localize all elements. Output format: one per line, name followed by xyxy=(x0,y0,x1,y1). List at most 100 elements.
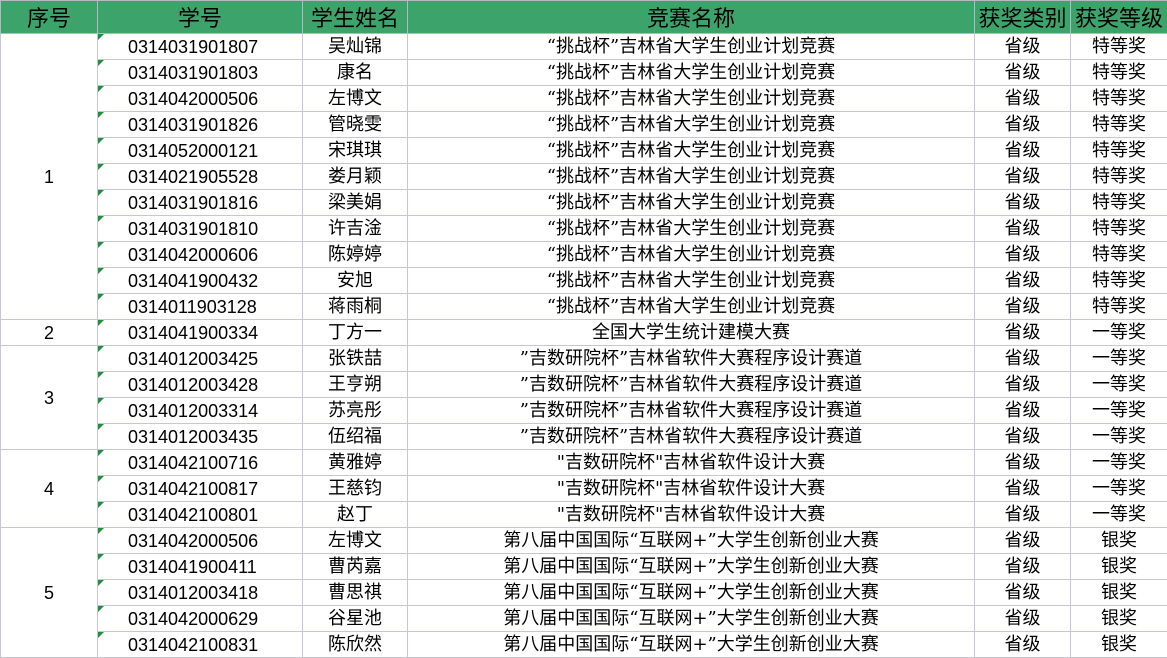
student-name-cell[interactable]: 娄月颖 xyxy=(303,164,408,190)
award-level-cell[interactable]: 一等奖 xyxy=(1071,450,1167,476)
competition-cell[interactable]: "吉数研院杯"吉林省软件设计大赛 xyxy=(408,450,975,476)
student-id-cell[interactable]: 0314042000629 xyxy=(98,606,303,632)
student-name-cell[interactable]: 管晓雯 xyxy=(303,112,408,138)
competition-cell[interactable]: “挑战杯”吉林省大学生创业计划竞赛 xyxy=(408,138,975,164)
competition-cell[interactable]: “挑战杯”吉林省大学生创业计划竞赛 xyxy=(408,34,975,60)
award-level-cell[interactable]: 一等奖 xyxy=(1071,398,1167,424)
competition-cell[interactable]: "吉数研院杯"吉林省软件设计大赛 xyxy=(408,502,975,528)
header-award-category[interactable]: 获奖类别 xyxy=(975,1,1071,34)
student-name-cell[interactable]: 梁美娟 xyxy=(303,190,408,216)
award-category-cell[interactable]: 省级 xyxy=(975,268,1071,294)
award-category-cell[interactable]: 省级 xyxy=(975,346,1071,372)
seq-cell[interactable]: 1 xyxy=(1,34,98,320)
award-category-cell[interactable]: 省级 xyxy=(975,450,1071,476)
student-name-cell[interactable]: 吴灿锦 xyxy=(303,34,408,60)
competition-cell[interactable]: “挑战杯”吉林省大学生创业计划竞赛 xyxy=(408,86,975,112)
student-id-cell[interactable]: 0314031901807 xyxy=(98,34,303,60)
student-id-cell[interactable]: 0314021905528 xyxy=(98,164,303,190)
award-level-cell[interactable]: 特等奖 xyxy=(1071,242,1167,268)
award-category-cell[interactable]: 省级 xyxy=(975,60,1071,86)
award-category-cell[interactable]: 省级 xyxy=(975,86,1071,112)
student-id-cell[interactable]: 0314031901826 xyxy=(98,112,303,138)
student-name-cell[interactable]: 王亨朔 xyxy=(303,372,408,398)
seq-cell[interactable]: 4 xyxy=(1,450,98,528)
student-name-cell[interactable]: 曹芮嘉 xyxy=(303,554,408,580)
student-id-cell[interactable]: 0314042100716 xyxy=(98,450,303,476)
competition-cell[interactable]: 第八届中国国际“互联网+”大学生创新创业大赛 xyxy=(408,606,975,632)
award-level-cell[interactable]: 一等奖 xyxy=(1071,476,1167,502)
header-competition[interactable]: 竞赛名称 xyxy=(408,1,975,34)
award-category-cell[interactable]: 省级 xyxy=(975,34,1071,60)
award-level-cell[interactable]: 银奖 xyxy=(1071,606,1167,632)
award-category-cell[interactable]: 省级 xyxy=(975,632,1071,658)
award-level-cell[interactable]: 特等奖 xyxy=(1071,34,1167,60)
award-category-cell[interactable]: 省级 xyxy=(975,190,1071,216)
student-name-cell[interactable]: 赵丁 xyxy=(303,502,408,528)
student-id-cell[interactable]: 0314011903128 xyxy=(98,294,303,320)
student-id-cell[interactable]: 0314041900432 xyxy=(98,268,303,294)
student-id-cell[interactable]: 0314041900334 xyxy=(98,320,303,346)
header-student-id[interactable]: 学号 xyxy=(98,1,303,34)
award-level-cell[interactable]: 一等奖 xyxy=(1071,346,1167,372)
competition-cell[interactable]: ”吉数研院杯”吉林省软件大赛程序设计赛道 xyxy=(408,346,975,372)
header-student-name[interactable]: 学生姓名 xyxy=(303,1,408,34)
student-name-cell[interactable]: 丁方一 xyxy=(303,320,408,346)
award-category-cell[interactable]: 省级 xyxy=(975,554,1071,580)
award-level-cell[interactable]: 特等奖 xyxy=(1071,216,1167,242)
student-id-cell[interactable]: 0314052000121 xyxy=(98,138,303,164)
award-level-cell[interactable]: 银奖 xyxy=(1071,528,1167,554)
competition-cell[interactable]: 全国大学生统计建模大赛 xyxy=(408,320,975,346)
award-category-cell[interactable]: 省级 xyxy=(975,476,1071,502)
student-id-cell[interactable]: 0314031901810 xyxy=(98,216,303,242)
award-level-cell[interactable]: 特等奖 xyxy=(1071,294,1167,320)
award-category-cell[interactable]: 省级 xyxy=(975,398,1071,424)
student-name-cell[interactable]: 安旭 xyxy=(303,268,408,294)
competition-cell[interactable]: 第八届中国国际“互联网+”大学生创新创业大赛 xyxy=(408,554,975,580)
header-award-level[interactable]: 获奖等级 xyxy=(1071,1,1167,34)
award-level-cell[interactable]: 特等奖 xyxy=(1071,138,1167,164)
student-id-cell[interactable]: 0314042000506 xyxy=(98,528,303,554)
award-level-cell[interactable]: 特等奖 xyxy=(1071,190,1167,216)
student-id-cell[interactable]: 0314042000606 xyxy=(98,242,303,268)
student-id-cell[interactable]: 0314031901816 xyxy=(98,190,303,216)
student-name-cell[interactable]: 蒋雨桐 xyxy=(303,294,408,320)
student-id-cell[interactable]: 0314012003428 xyxy=(98,372,303,398)
award-level-cell[interactable]: 特等奖 xyxy=(1071,112,1167,138)
student-name-cell[interactable]: 康名 xyxy=(303,60,408,86)
award-category-cell[interactable]: 省级 xyxy=(975,606,1071,632)
student-name-cell[interactable]: 张铁喆 xyxy=(303,346,408,372)
student-name-cell[interactable]: 伍绍福 xyxy=(303,424,408,450)
competition-cell[interactable]: 第八届中国国际“互联网+”大学生创新创业大赛 xyxy=(408,528,975,554)
award-category-cell[interactable]: 省级 xyxy=(975,502,1071,528)
competition-cell[interactable]: “挑战杯”吉林省大学生创业计划竞赛 xyxy=(408,190,975,216)
seq-cell[interactable]: 2 xyxy=(1,320,98,346)
student-name-cell[interactable]: 王慈钧 xyxy=(303,476,408,502)
student-id-cell[interactable]: 0314042000506 xyxy=(98,86,303,112)
student-id-cell[interactable]: 0314042100831 xyxy=(98,632,303,658)
student-name-cell[interactable]: 陈欣然 xyxy=(303,632,408,658)
award-level-cell[interactable]: 银奖 xyxy=(1071,580,1167,606)
competition-cell[interactable]: 第八届中国国际“互联网+”大学生创新创业大赛 xyxy=(408,580,975,606)
student-name-cell[interactable]: 黄雅婷 xyxy=(303,450,408,476)
student-name-cell[interactable]: 左博文 xyxy=(303,528,408,554)
competition-cell[interactable]: ”吉数研院杯”吉林省软件大赛程序设计赛道 xyxy=(408,398,975,424)
award-level-cell[interactable]: 一等奖 xyxy=(1071,424,1167,450)
competition-cell[interactable]: 第八届中国国际“互联网+”大学生创新创业大赛 xyxy=(408,632,975,658)
award-category-cell[interactable]: 省级 xyxy=(975,242,1071,268)
student-id-cell[interactable]: 0314012003425 xyxy=(98,346,303,372)
competition-cell[interactable]: ”吉数研院杯”吉林省软件大赛程序设计赛道 xyxy=(408,424,975,450)
student-name-cell[interactable]: 苏亮彤 xyxy=(303,398,408,424)
award-category-cell[interactable]: 省级 xyxy=(975,580,1071,606)
competition-cell[interactable]: “挑战杯”吉林省大学生创业计划竞赛 xyxy=(408,294,975,320)
student-name-cell[interactable]: 宋琪琪 xyxy=(303,138,408,164)
award-level-cell[interactable]: 一等奖 xyxy=(1071,320,1167,346)
award-category-cell[interactable]: 省级 xyxy=(975,372,1071,398)
student-id-cell[interactable]: 0314041900411 xyxy=(98,554,303,580)
award-level-cell[interactable]: 特等奖 xyxy=(1071,60,1167,86)
award-category-cell[interactable]: 省级 xyxy=(975,164,1071,190)
award-level-cell[interactable]: 特等奖 xyxy=(1071,268,1167,294)
award-level-cell[interactable]: 一等奖 xyxy=(1071,502,1167,528)
student-name-cell[interactable]: 谷星池 xyxy=(303,606,408,632)
award-level-cell[interactable]: 银奖 xyxy=(1071,554,1167,580)
award-category-cell[interactable]: 省级 xyxy=(975,112,1071,138)
